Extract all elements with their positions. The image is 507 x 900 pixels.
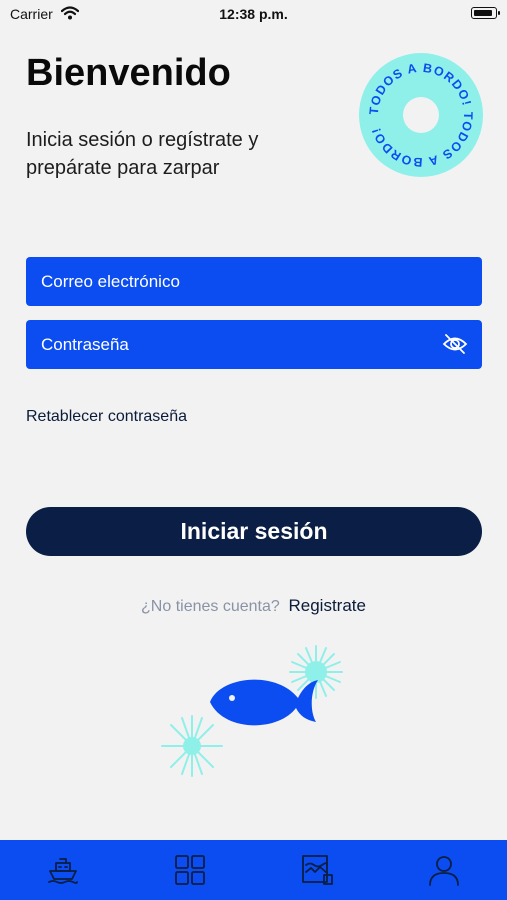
tab-bar: [0, 840, 507, 900]
tab-profile[interactable]: [380, 840, 507, 900]
tab-ship[interactable]: [0, 840, 127, 900]
todos-a-bordo-badge: TODOS A BORDO! TODOS A BORDO!: [359, 53, 483, 177]
battery-icon: [471, 7, 500, 19]
eye-off-icon[interactable]: [442, 333, 468, 355]
ship-icon: [48, 858, 79, 884]
status-bar: Carrier 12:38 p.m.: [0, 0, 507, 28]
reset-password-link[interactable]: Retablecer contraseña: [26, 408, 187, 426]
tab-grid[interactable]: [127, 840, 254, 900]
page-subtitle: Inicia sesión o regístrate y prepárate p…: [26, 129, 259, 179]
password-field[interactable]: [26, 320, 482, 369]
email-field-container: [26, 257, 482, 306]
login-button[interactable]: Iniciar sesión: [26, 507, 482, 556]
sun-burst-icon: [161, 715, 223, 777]
page-title: Bienvenido: [26, 52, 231, 94]
sun-burst-icon: [289, 645, 343, 699]
grid-icon: [175, 855, 206, 885]
fish-illustration: [161, 645, 343, 777]
password-field-container: [26, 320, 482, 369]
signup-row: ¿No tienes cuenta? Registrate: [0, 596, 507, 616]
tab-map[interactable]: [254, 840, 381, 900]
email-field[interactable]: [26, 257, 482, 306]
signup-question: ¿No tienes cuenta?: [141, 598, 280, 615]
clock: 12:38 p.m.: [219, 6, 288, 22]
map-icon: [301, 855, 333, 885]
register-link[interactable]: Registrate: [289, 596, 366, 615]
profile-icon: [428, 856, 459, 886]
battery-level: [474, 10, 492, 16]
